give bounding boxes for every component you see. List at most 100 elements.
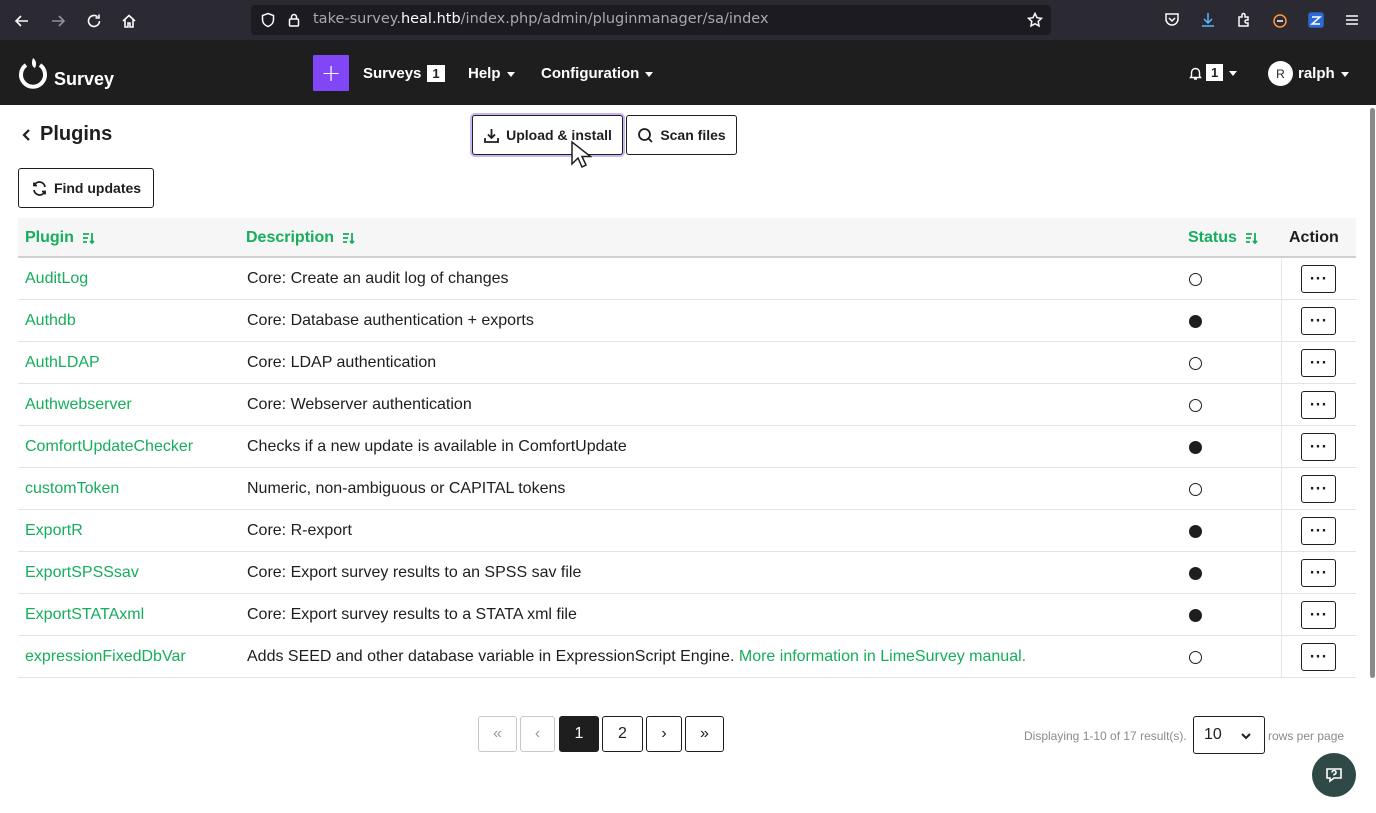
row-actions-button[interactable]: ··· (1301, 265, 1336, 293)
column-header-action: Action (1289, 229, 1339, 247)
table-row: ComfortUpdateChecker Checks if a new upda… (18, 426, 1356, 468)
extensions-icon[interactable] (1235, 11, 1253, 29)
create-survey-button[interactable]: + (313, 55, 349, 91)
row-actions-button[interactable]: ··· (1301, 349, 1336, 377)
row-actions-button[interactable]: ··· (1301, 517, 1336, 545)
plugin-description-text: Adds SEED and other database variable in… (247, 648, 735, 665)
last-page-button[interactable]: » (685, 716, 724, 752)
first-page-button[interactable]: « (478, 716, 517, 752)
table-row: Authwebserver Core: Webserver authenticat… (18, 384, 1356, 426)
nav-user[interactable]: ralph (1298, 65, 1349, 82)
back-icon[interactable] (9, 8, 35, 34)
lock-icon[interactable] (286, 12, 302, 28)
logo-text: Survey (54, 69, 115, 89)
bookmark-star-icon[interactable] (1026, 11, 1044, 28)
nav-configuration[interactable]: Configuration (541, 65, 654, 82)
downloads-icon[interactable] (1199, 11, 1217, 29)
plugin-name-link[interactable]: ExportSPSSsav (25, 564, 139, 582)
plugin-description: Core: Webserver authentication (247, 396, 472, 414)
row-actions-button[interactable]: ··· (1301, 601, 1336, 629)
sort-icon (82, 233, 95, 245)
more-info-link[interactable]: More information in LimeSurvey manual. (739, 648, 1026, 665)
pocket-icon[interactable] (1163, 11, 1181, 29)
plugin-name-link[interactable]: expressionFixedDbVar (25, 648, 186, 666)
column-header-plugin-label: Plugin (25, 229, 74, 246)
next-page-button[interactable]: › (646, 716, 682, 752)
menu-icon[interactable] (1343, 11, 1361, 29)
column-header-description-label: Description (246, 229, 335, 246)
table-body: AuditLog Core: Create an audit log of cha… (18, 258, 1356, 678)
plugin-description: Adds SEED and other database variable in… (247, 648, 1026, 666)
row-actions-button[interactable]: ··· (1301, 559, 1336, 587)
row-actions-button[interactable]: ··· (1301, 475, 1336, 503)
nav-surveys-label: Surveys (363, 65, 422, 82)
upload-install-button[interactable]: Upload & install (472, 115, 623, 155)
nav-notifications[interactable]: 1 (1189, 64, 1238, 81)
plugin-description-text: Core: Database authentication + exports (247, 312, 534, 329)
plugin-description: Core: Database authentication + exports (247, 312, 534, 330)
plugin-name-link[interactable]: ComfortUpdateChecker (25, 438, 193, 456)
status-inactive-icon (1189, 483, 1202, 496)
logo[interactable]: Survey (16, 55, 114, 91)
upload-install-label: Upload & install (506, 127, 612, 143)
plugin-description-text: Core: LDAP authentication (247, 354, 437, 371)
scan-files-button[interactable]: Scan files (626, 115, 737, 155)
plugin-name-link[interactable]: AuditLog (25, 270, 88, 288)
row-actions-button[interactable]: ··· (1301, 307, 1336, 335)
plugin-name-link[interactable]: Authdb (25, 312, 76, 330)
plugin-description: Checks if a new update is available in C… (247, 438, 627, 456)
row-actions-button[interactable]: ··· (1301, 391, 1336, 419)
status-active-icon (1189, 609, 1202, 622)
status-inactive-icon (1189, 399, 1202, 412)
table-row: ExportR Core: R-export ··· (18, 510, 1356, 552)
app-navbar: Survey + Surveys 1 Help Configuration 1 R… (0, 41, 1376, 105)
table-header: Plugin Description Status Action (18, 218, 1356, 258)
row-actions-button[interactable]: ··· (1301, 643, 1336, 671)
plugin-name-link[interactable]: ExportSTATAxml (25, 606, 144, 624)
chevron-left-icon (22, 128, 30, 141)
shield-icon[interactable] (260, 12, 276, 28)
page-2-button[interactable]: 2 (602, 716, 643, 752)
plugin-description-text: Core: Create an audit log of changes (247, 270, 509, 287)
url-text: take-survey.heal.htb/index.php/admin/plu… (313, 11, 769, 27)
row-actions-button[interactable]: ··· (1301, 433, 1336, 461)
rows-per-page-value: 10 (1204, 726, 1222, 743)
download-icon (484, 128, 499, 143)
address-bar[interactable]: take-survey.heal.htb/index.php/admin/plu… (251, 5, 1051, 35)
column-header-status[interactable]: Status (1188, 229, 1259, 247)
nav-surveys[interactable]: Surveys 1 (363, 65, 445, 82)
feedback-chat-button[interactable] (1312, 753, 1356, 797)
status-inactive-icon (1189, 273, 1202, 286)
nav-help[interactable]: Help (468, 65, 515, 82)
chevron-down-icon (645, 71, 654, 77)
column-header-action-label: Action (1289, 229, 1339, 246)
avatar[interactable]: R (1268, 61, 1293, 86)
plugin-name-link[interactable]: customToken (25, 480, 119, 498)
plugin-name-link[interactable]: Authwebserver (25, 396, 132, 414)
find-updates-label: Find updates (53, 180, 142, 196)
results-summary: Displaying 1-10 of 17 result(s). (1024, 729, 1187, 743)
status-inactive-icon (1189, 357, 1202, 370)
plugin-name-link[interactable]: AuthLDAP (25, 354, 100, 372)
reload-icon[interactable] (81, 8, 107, 34)
page-1-button[interactable]: 1 (559, 716, 599, 752)
rows-per-page-select[interactable]: 10 (1193, 716, 1265, 754)
plugin-description: Core: Export survey results to a STATA x… (247, 606, 577, 624)
forward-icon[interactable] (45, 8, 71, 34)
mouse-cursor-icon (571, 140, 592, 169)
find-updates-button[interactable]: Find updates (18, 168, 154, 208)
zotero-icon[interactable] (1307, 11, 1325, 29)
column-header-plugin[interactable]: Plugin (25, 229, 96, 247)
prev-page-button[interactable]: ‹ (520, 716, 555, 752)
plugin-description-text: Numeric, non-ambiguous or CAPITAL tokens (247, 480, 566, 497)
home-icon[interactable] (116, 8, 142, 34)
plugin-name-link[interactable]: ExportR (25, 522, 83, 540)
plugin-description: Core: Export survey results to an SPSS s… (247, 564, 581, 582)
scrollbar-thumb[interactable] (1370, 108, 1375, 678)
foxyproxy-icon[interactable] (1271, 11, 1289, 29)
bell-icon (1189, 67, 1202, 80)
column-header-description[interactable]: Description (246, 229, 356, 247)
column-header-status-label: Status (1188, 229, 1237, 246)
table-row: expressionFixedDbVar Adds SEED and other … (18, 636, 1356, 678)
back-to-settings-link[interactable]: Plugins (22, 123, 112, 146)
